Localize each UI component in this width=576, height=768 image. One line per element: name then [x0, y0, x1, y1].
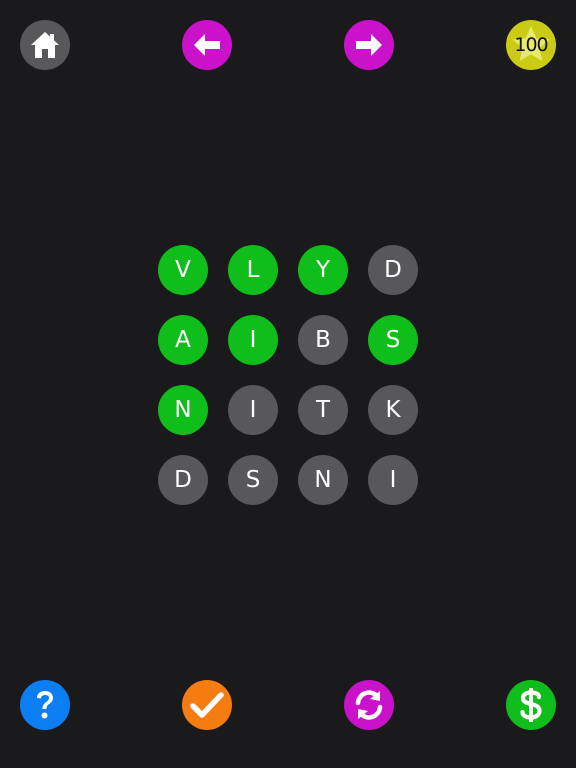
refresh-button[interactable]	[344, 680, 394, 730]
arrow-right-icon	[356, 34, 382, 56]
letter-tile[interactable]: A	[158, 315, 208, 365]
check-icon	[190, 692, 224, 718]
letter-tile[interactable]: I	[368, 455, 418, 505]
letter-tile[interactable]: K	[368, 385, 418, 435]
letter-tile[interactable]: L	[228, 245, 278, 295]
letter-tile[interactable]: T	[298, 385, 348, 435]
letter-grid: VLYDAIBSNITKDSNI	[158, 245, 418, 505]
letter-tile[interactable]: V	[158, 245, 208, 295]
game-screen: 100 VLYDAIBSNITKDSNI	[0, 0, 576, 768]
letter-tile[interactable]: N	[158, 385, 208, 435]
letter-tile[interactable]: S	[368, 315, 418, 365]
letter-tile[interactable]: S	[228, 455, 278, 505]
letter-tile[interactable]: I	[228, 315, 278, 365]
next-level-button[interactable]	[344, 20, 394, 70]
letter-tile[interactable]: N	[298, 455, 348, 505]
letter-tile[interactable]: B	[298, 315, 348, 365]
arrow-left-icon	[194, 34, 220, 56]
dollar-icon	[520, 688, 542, 722]
previous-level-button[interactable]	[182, 20, 232, 70]
home-button[interactable]	[20, 20, 70, 70]
help-button[interactable]	[20, 680, 70, 730]
shop-button[interactable]	[506, 680, 556, 730]
question-icon	[37, 691, 53, 719]
letter-tile[interactable]: Y	[298, 245, 348, 295]
home-icon	[31, 32, 59, 58]
letter-tile[interactable]: I	[228, 385, 278, 435]
coin-count: 100	[514, 34, 548, 56]
letter-tile[interactable]: D	[158, 455, 208, 505]
check-button[interactable]	[182, 680, 232, 730]
coins-button[interactable]: 100	[506, 20, 556, 70]
letter-tile[interactable]: D	[368, 245, 418, 295]
refresh-icon	[355, 690, 383, 720]
